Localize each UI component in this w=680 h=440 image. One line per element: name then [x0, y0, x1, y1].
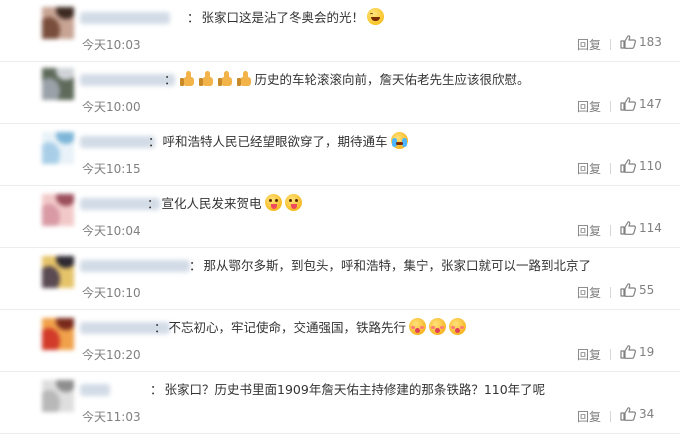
blush-emoji-icon: [449, 318, 467, 335]
like-count: 55: [639, 283, 655, 297]
reply-button[interactable]: 回复: [577, 98, 601, 115]
comment-item: ：张家口？历史书里面1909年詹天佑主持修建的那条铁路？110年了呢 今天11:0…: [0, 372, 680, 434]
reply-button[interactable]: 回复: [577, 346, 601, 363]
like-button[interactable]: 147: [620, 97, 662, 111]
thumbs-up-icon: [620, 345, 636, 359]
action-divider: [610, 39, 611, 50]
blush-emoji-icon: [429, 318, 447, 335]
avatar[interactable]: [42, 318, 74, 350]
like-count: 19: [639, 345, 655, 359]
like-button[interactable]: 110: [620, 159, 662, 173]
reply-button[interactable]: 回复: [577, 222, 601, 239]
timestamp: 今天10:00: [82, 100, 141, 114]
comment-text: ：那从鄂尔多斯，到包头，呼和浩特，集宁，张家口就可以一路到北京了: [189, 255, 591, 274]
reply-button[interactable]: 回复: [577, 284, 601, 301]
timestamp: 今天10:03: [82, 38, 141, 52]
action-divider: [610, 287, 611, 298]
comment-item: ：那从鄂尔多斯，到包头，呼和浩特，集宁，张家口就可以一路到北京了今天10:10 回…: [0, 248, 680, 310]
comment-item: ：呼和浩特人民已经望眼欲穿了，期待通车 今天10:15 回复 110: [0, 124, 680, 186]
colon-separator: ：: [154, 320, 167, 335]
username-blurred[interactable]: [80, 260, 190, 272]
avatar[interactable]: [42, 7, 74, 39]
like-count: 183: [639, 35, 662, 49]
action-divider: [610, 411, 611, 422]
tongue-emoji-icon: [264, 194, 282, 211]
colon-separator: ：: [189, 258, 202, 273]
avatar[interactable]: [42, 380, 74, 412]
action-divider: [610, 163, 611, 174]
comment-item: ：不忘初心，牢记使命，交通强国，铁路先行 今天10:20 回复 19: [0, 310, 680, 372]
comment-text: ： 历史的车轮滚滚向前，詹天佑老先生应该很欣慰。: [164, 69, 530, 88]
comment-body: 历史的车轮滚滚向前，詹天佑老先生应该很欣慰。: [254, 72, 530, 87]
thumbs-up-icon: [620, 283, 636, 297]
action-divider: [610, 101, 611, 112]
avatar[interactable]: [42, 68, 74, 100]
avatar[interactable]: [42, 132, 74, 164]
thumbs-up-emoji-icon: [236, 70, 252, 87]
thumbs-up-icon: [620, 221, 636, 235]
comment-item: ：张家口这是沾了冬奥会的光！ 今天10:03 回复 183: [0, 0, 680, 62]
comment-item: ： 历史的车轮滚滚向前，詹天佑老先生应该很欣慰。今天10:00 回复 147: [0, 62, 680, 124]
reply-button[interactable]: 回复: [577, 160, 601, 177]
thumbs-up-emoji-icon: [198, 70, 214, 87]
timestamp: 今天11:03: [82, 410, 141, 424]
comment-body: 呼和浩特人民已经望眼欲穿了，期待通车: [162, 134, 388, 149]
colon-separator: ：: [164, 72, 177, 87]
tongue-emoji-icon: [284, 194, 302, 211]
comment-body: 不忘初心，牢记使命，交通强国，铁路先行: [168, 320, 407, 335]
cry-emoji-icon: [390, 132, 408, 149]
colon-separator: ：: [147, 196, 160, 211]
comment-text: ：张家口？历史书里面1909年詹天佑主持修建的那条铁路？110年了呢: [150, 379, 545, 398]
colon-separator: ：: [150, 382, 163, 397]
like-button[interactable]: 55: [620, 283, 654, 297]
colon-separator: ：: [148, 134, 161, 149]
comment-item: ：宣化人民发来贺电 今天10:04 回复 114: [0, 186, 680, 248]
like-count: 114: [639, 221, 662, 235]
blush-emoji-icon: [409, 318, 427, 335]
like-button[interactable]: 114: [620, 221, 662, 235]
comment-text: ：张家口这是沾了冬奥会的光！: [187, 7, 385, 26]
timestamp: 今天10:04: [82, 224, 141, 238]
comment-text: ：呼和浩特人民已经望眼欲穿了，期待通车: [148, 131, 408, 150]
action-divider: [610, 225, 611, 236]
timestamp: 今天10:10: [82, 286, 141, 300]
thumbs-up-emoji-icon: [217, 70, 233, 87]
like-count: 110: [639, 159, 662, 173]
colon-separator: ：: [187, 10, 200, 25]
username-blurred[interactable]: [80, 384, 110, 396]
timestamp: 今天10:20: [82, 348, 141, 362]
like-button[interactable]: 183: [620, 35, 662, 49]
comment-body: 那从鄂尔多斯，到包头，呼和浩特，集宁，张家口就可以一路到北京了: [203, 258, 592, 273]
like-count: 147: [639, 97, 662, 111]
comment-text: ：宣化人民发来贺电: [147, 193, 302, 212]
reply-button[interactable]: 回复: [577, 408, 601, 425]
like-button[interactable]: 19: [620, 345, 654, 359]
comment-text: ：不忘初心，牢记使命，交通强国，铁路先行: [154, 317, 467, 336]
thumbs-up-emoji-icon: [179, 70, 195, 87]
like-button[interactable]: 34: [620, 407, 654, 421]
username-blurred[interactable]: [80, 74, 175, 86]
thumbs-up-icon: [620, 97, 636, 111]
comment-body: 张家口这是沾了冬奥会的光！: [201, 10, 365, 25]
reply-button[interactable]: 回复: [577, 36, 601, 53]
thumbs-up-icon: [620, 159, 636, 173]
comment-body: 张家口？历史书里面1909年詹天佑主持修建的那条铁路？110年了呢: [164, 382, 546, 397]
laugh-emoji-icon: [367, 8, 385, 25]
comment-body: 宣化人民发来贺电: [161, 196, 262, 211]
avatar[interactable]: [42, 256, 74, 288]
username-blurred[interactable]: [80, 12, 170, 24]
thumbs-up-icon: [620, 407, 636, 421]
thumbs-up-icon: [620, 35, 636, 49]
avatar[interactable]: [42, 194, 74, 226]
username-blurred[interactable]: [80, 136, 155, 148]
timestamp: 今天10:15: [82, 162, 141, 176]
like-count: 34: [639, 407, 655, 421]
action-divider: [610, 349, 611, 360]
